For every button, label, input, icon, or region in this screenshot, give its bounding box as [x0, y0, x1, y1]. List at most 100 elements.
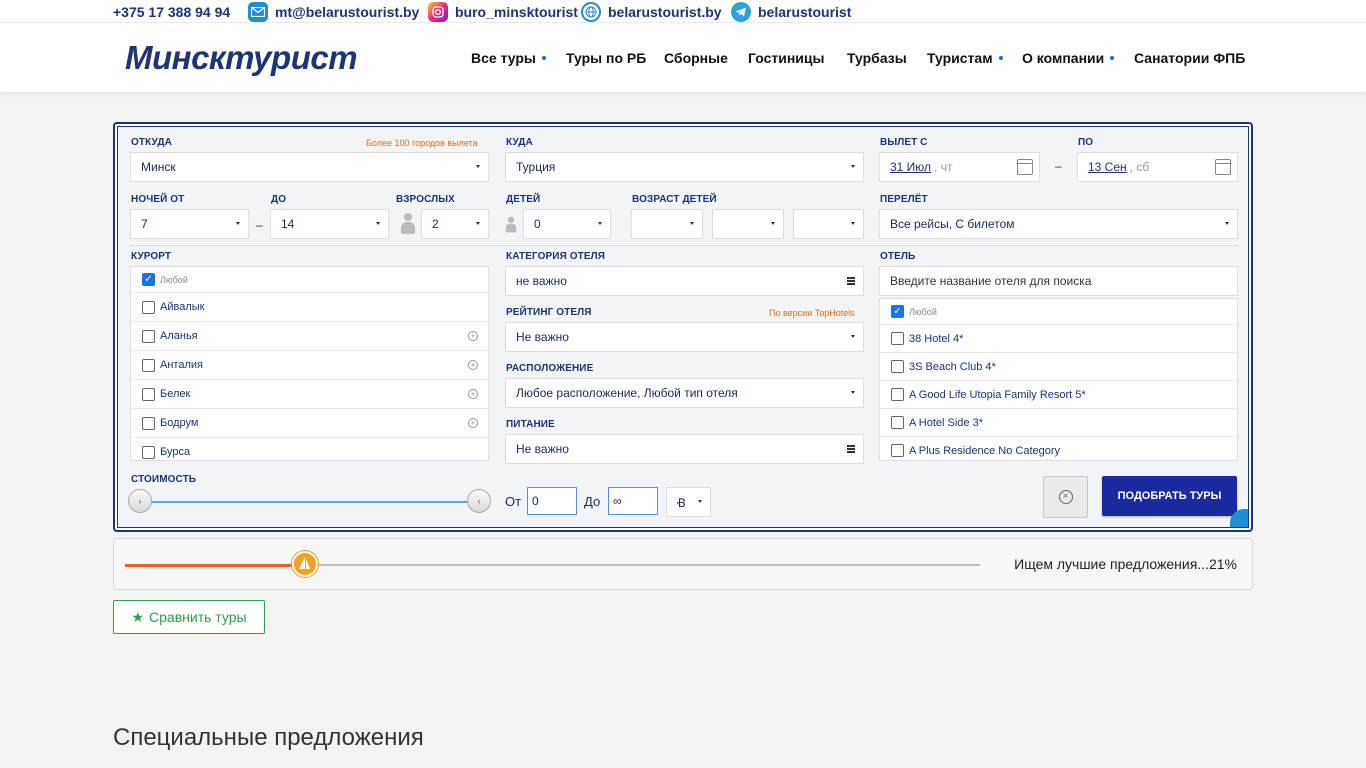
hotel-any-row[interactable]: ✓ Любой [880, 299, 1237, 325]
checkbox[interactable] [891, 416, 904, 429]
adults-select[interactable]: 2 [421, 209, 489, 239]
checkbox-checked-icon[interactable]: ✓ [891, 305, 904, 318]
child-age-3-select[interactable] [793, 209, 864, 239]
to-select[interactable]: Турция [505, 152, 864, 182]
hotel-any-label: Любой [909, 306, 937, 317]
search-tours-label: Подобрать туры [1117, 490, 1222, 502]
hotel-search-input[interactable]: Введите название отеля для поиска [879, 266, 1238, 296]
expand-plus-icon[interactable]: + [468, 331, 478, 341]
checkbox[interactable] [891, 444, 904, 457]
compare-tours-button[interactable]: ★ Сравнить туры [113, 600, 265, 634]
price-min-handle[interactable]: › [128, 489, 152, 513]
email-link[interactable]: mt@belarustourist.by [248, 2, 419, 22]
nav-belarus-tours[interactable]: Туры по РБ [566, 23, 646, 92]
checkbox[interactable] [891, 388, 904, 401]
hotel-row[interactable]: 3S Beach Club 4* [880, 353, 1237, 381]
checkbox[interactable] [142, 329, 155, 343]
expand-plus-icon[interactable]: + [468, 389, 478, 399]
category-select[interactable]: не важно [505, 266, 864, 296]
checkbox[interactable] [142, 416, 155, 430]
price-from-input[interactable]: 0 [527, 487, 577, 515]
resort-row[interactable]: Бурса [131, 438, 488, 460]
child-age-label: Возраст детей [632, 194, 717, 205]
chevron-down-icon [771, 222, 775, 225]
special-offers-title: Специальные предложения [113, 724, 424, 751]
globe-icon [581, 2, 601, 22]
calendar-icon[interactable] [1215, 159, 1231, 175]
progress-fill [125, 564, 305, 567]
hotel-row[interactable]: A Plus Residence No Category [880, 437, 1237, 460]
price-to-input[interactable]: ∞ [608, 487, 658, 515]
phone-link[interactable]: +375 17 388 94 94 [113, 2, 230, 22]
resort-row[interactable]: Бодрум + [131, 409, 488, 438]
nav-tourist-bases[interactable]: Турбазы [847, 23, 907, 92]
flight-select[interactable]: Все рейсы, С билетом [879, 209, 1238, 239]
hotel-row[interactable]: 38 Hotel 4* [880, 325, 1237, 353]
hotel-list[interactable]: ✓ Любой 38 Hotel 4* 3S Beach Club 4* A Go… [879, 298, 1238, 461]
from-select[interactable]: Минск [130, 152, 489, 182]
top-contact-bar: +375 17 388 94 94 mt@belarustourist.by b… [0, 0, 1366, 23]
instagram-link[interactable]: buro_minsktourist [428, 2, 578, 22]
nav-group-tours-label: Сборные [664, 49, 728, 66]
resort-any-row[interactable]: ✓ Любой [131, 267, 488, 293]
tour-search-form-inner: Откуда Более 100 городов вылета Минск Ку… [117, 126, 1249, 528]
resort-list[interactable]: ✓ Любой Айвалык Аланья + Анталия + Белек + Б… [130, 266, 489, 461]
resort-row[interactable]: Анталия + [131, 351, 488, 380]
child-age-2-select[interactable] [712, 209, 784, 239]
nav-all-tours[interactable]: Все туры [471, 23, 546, 92]
resort-row[interactable]: Айвалык [131, 293, 488, 322]
price-slider-track[interactable] [142, 501, 480, 503]
nav-hotels[interactable]: Гостиницы [748, 23, 824, 92]
checkbox-checked-icon[interactable]: ✓ [142, 273, 155, 286]
resort-name: Анталия [160, 359, 203, 371]
checkbox[interactable] [142, 387, 155, 401]
site-logo[interactable]: Минсктурист [113, 32, 358, 84]
child-age-1-select[interactable] [631, 209, 703, 239]
flight-label: Перелёт [880, 194, 928, 205]
checkbox[interactable] [142, 445, 155, 459]
category-label: Категория отеля [506, 251, 606, 262]
until-date-input[interactable]: 13 Сен, сб [1077, 152, 1238, 182]
location-select[interactable]: Любое расположение, Любой тип отеля [505, 378, 864, 408]
search-tours-button[interactable]: Подобрать туры [1102, 476, 1237, 516]
adult-person-icon [401, 213, 415, 234]
expand-plus-icon[interactable]: + [468, 418, 478, 428]
resort-row[interactable]: Белек + [131, 380, 488, 409]
hotel-row[interactable]: A Hotel Side 3* [880, 409, 1237, 437]
nights-from-label: Ночей от [131, 194, 185, 205]
nights-from-select[interactable]: 7 [130, 209, 249, 239]
nights-from-value: 7 [141, 217, 148, 231]
calendar-icon[interactable] [1017, 159, 1033, 175]
close-circle-icon: × [1058, 490, 1073, 504]
meal-select[interactable]: Не важно [505, 434, 864, 464]
expand-plus-icon[interactable]: + [468, 360, 478, 370]
checkbox[interactable] [142, 300, 155, 314]
nights-to-select[interactable]: 14 [270, 209, 389, 239]
depart-date-input[interactable]: 31 Июл, чт [879, 152, 1040, 182]
checkbox[interactable] [891, 332, 904, 345]
nav-about[interactable]: О компании [1022, 23, 1115, 92]
currency-select[interactable]: Ꞗ [666, 487, 711, 517]
nav-sanatoriums[interactable]: Санатории ФПБ [1134, 23, 1245, 92]
children-select[interactable]: 0 [523, 209, 611, 239]
resort-name: Айвалык [160, 301, 205, 313]
nav-for-tourists[interactable]: Туристам [927, 23, 1003, 92]
checkbox[interactable] [891, 360, 904, 373]
site-link[interactable]: belarustourist.by [581, 2, 722, 22]
reset-button[interactable]: × [1043, 476, 1088, 518]
rating-select[interactable]: Не важно [505, 322, 864, 352]
meal-label: Питание [506, 419, 555, 430]
checkbox[interactable] [142, 358, 155, 372]
telegram-link[interactable]: belarustourist [731, 2, 851, 22]
hotel-row[interactable]: A Good Life Utopia Family Resort 5* [880, 381, 1237, 409]
progress-sail-icon [291, 551, 318, 577]
resort-row[interactable]: Аланья + [131, 322, 488, 351]
price-max-handle[interactable]: ‹ [467, 489, 491, 513]
location-label: Расположение [506, 363, 594, 374]
hotel-name: A Plus Residence No Category [909, 444, 1061, 457]
nav-about-label: О компании [1022, 49, 1105, 66]
adults-value: 2 [432, 217, 439, 231]
compare-tours-label: Сравнить туры [149, 609, 247, 625]
nav-group-tours[interactable]: Сборные [664, 23, 728, 92]
resort-name: Белек [160, 388, 191, 400]
